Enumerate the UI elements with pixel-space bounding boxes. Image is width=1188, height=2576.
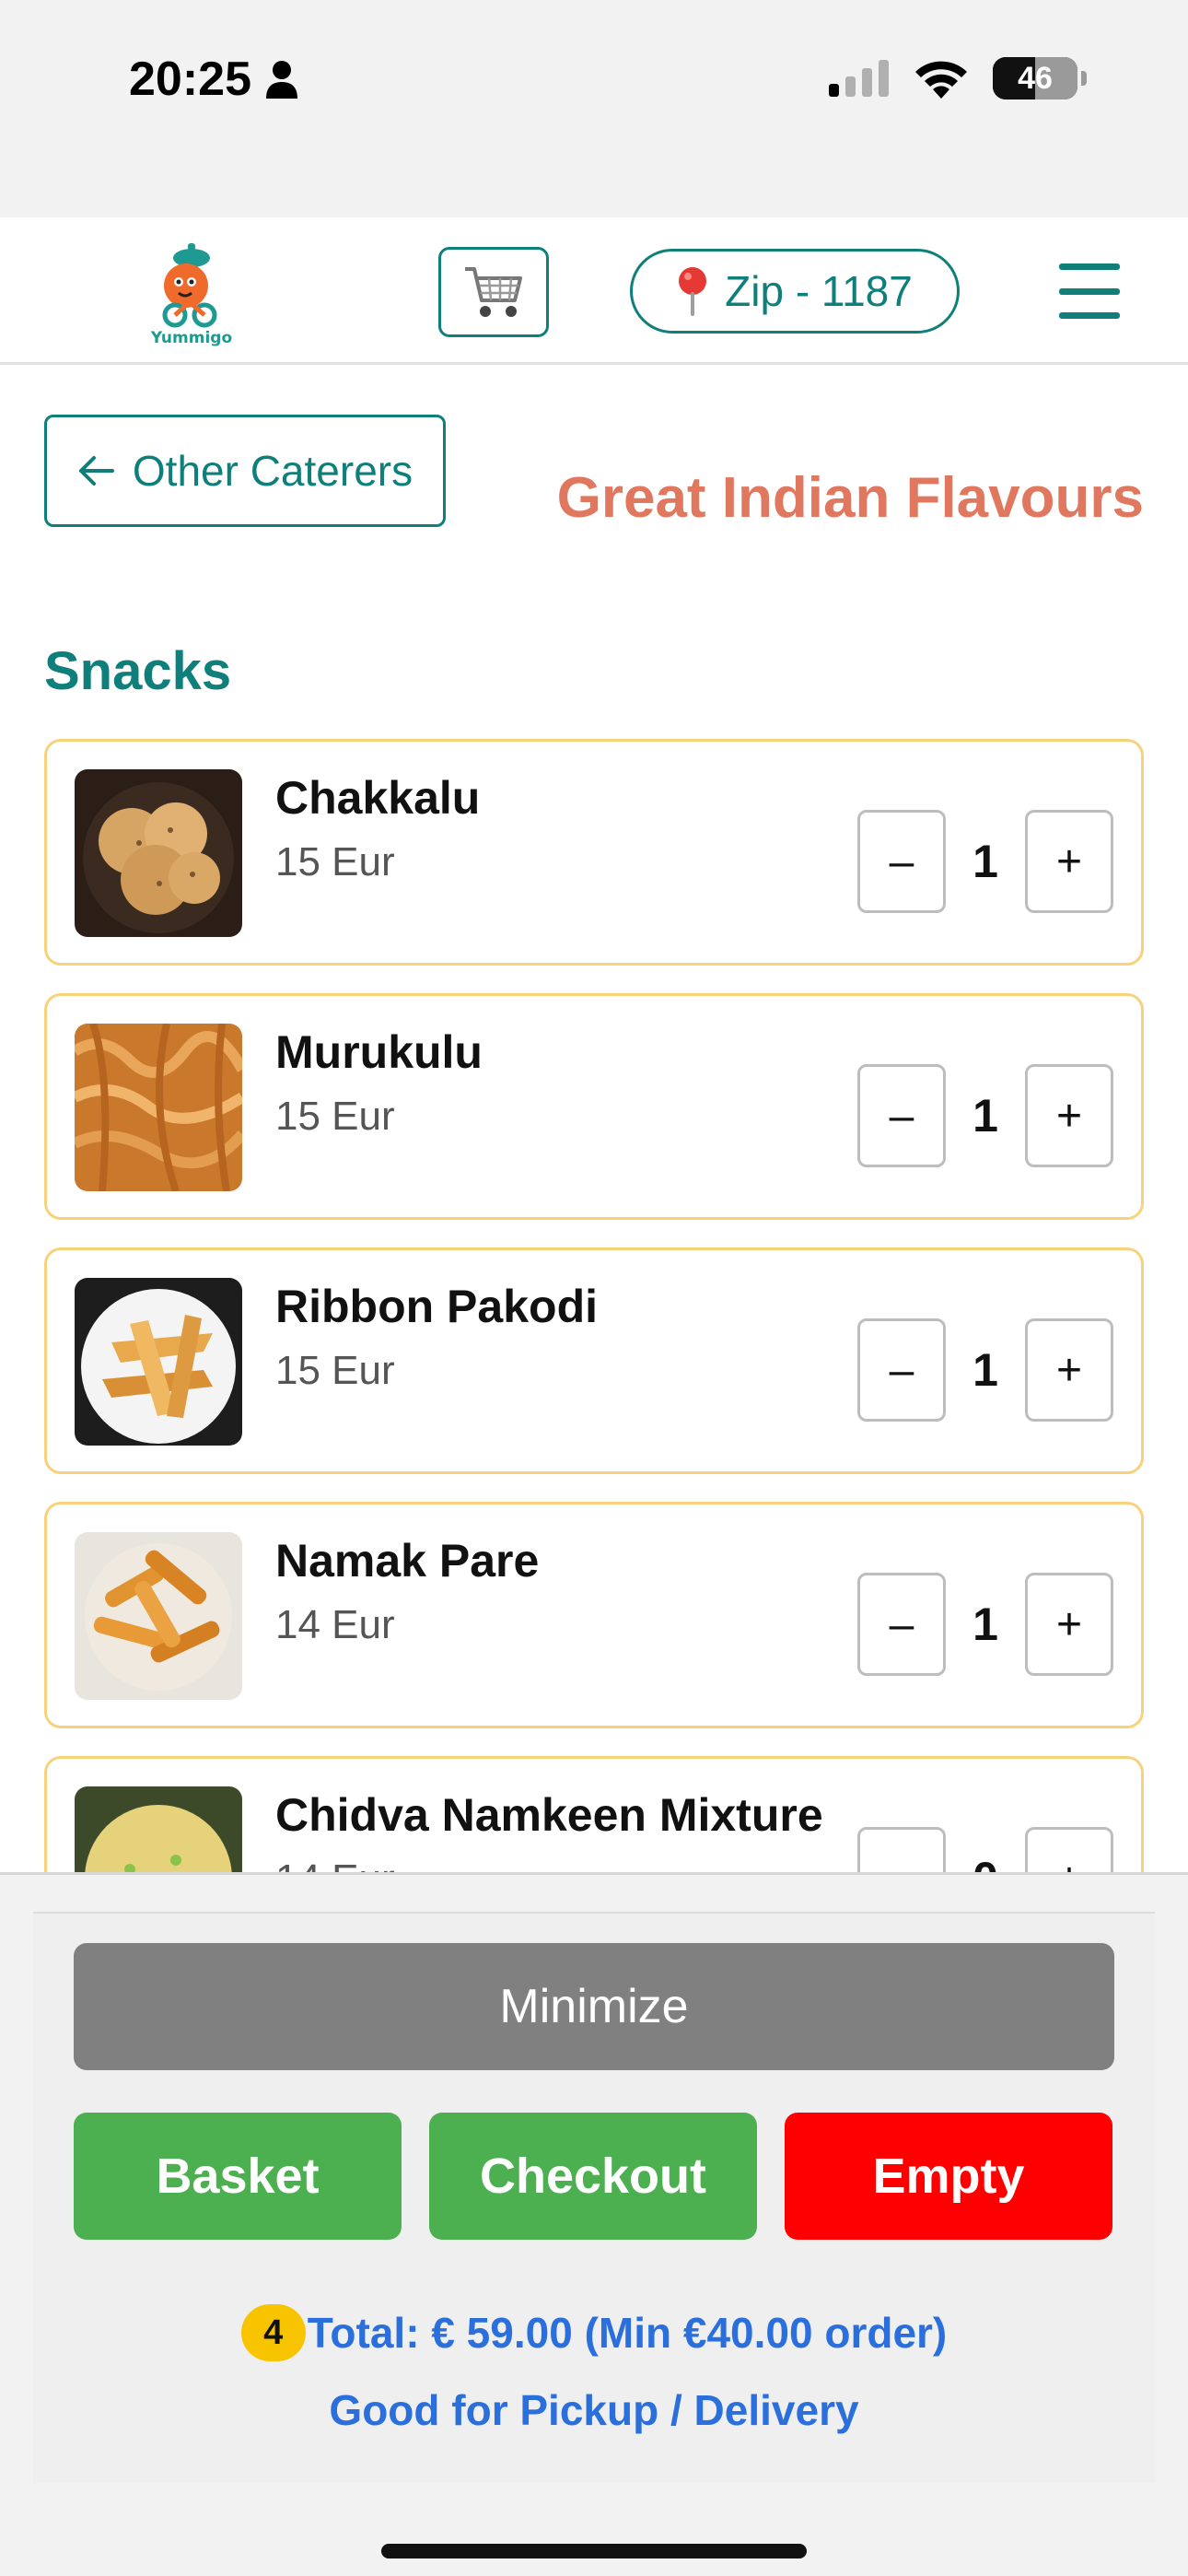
decrease-quantity-button[interactable]: – [857, 1064, 946, 1167]
minimize-button[interactable]: Minimize [74, 1943, 1114, 2070]
battery-tip [1081, 71, 1087, 86]
increase-quantity-button[interactable]: + [1025, 810, 1113, 913]
item-price: 15 Eur [275, 1348, 395, 1393]
app-header: Yummigo Zip - 1187 [0, 217, 1188, 365]
murukulu-photo [75, 1024, 242, 1191]
service-type-text: Good for Pickup / Delivery [329, 2386, 859, 2434]
zip-label: Zip - 1187 [725, 267, 913, 315]
order-total: 4 Total: € 59.00 (Min €40.00 order) [33, 2304, 1155, 2361]
total-text: Total: € 59.00 (Min €40.00 order) [307, 2309, 948, 2357]
menu-item-card: Namak Pare 14 Eur – 1 + [44, 1502, 1144, 1728]
increase-quantity-button[interactable]: + [1025, 1064, 1113, 1167]
namak-pare-photo [75, 1532, 242, 1700]
person-icon [266, 61, 297, 99]
chakkalu-photo [75, 769, 242, 937]
menu-item-list: Chakkalu 15 Eur – 1 + Murukulu 15 Eur – … [44, 739, 1144, 2010]
cart-count-badge: 4 [240, 2304, 306, 2361]
map-pin-icon [679, 267, 707, 316]
checkout-button[interactable]: Checkout [429, 2113, 757, 2240]
battery-icon: 46 [993, 57, 1077, 100]
item-name: Chakkalu [275, 772, 481, 824]
wifi-icon [915, 61, 967, 99]
basket-button[interactable]: Basket [74, 2113, 402, 2240]
menu-item-card: Chakkalu 15 Eur – 1 + [44, 739, 1144, 966]
other-caterers-button[interactable]: Other Caterers [44, 415, 446, 527]
cart-summary-overlay: Minimize Basket Checkout Empty 4 Total: … [0, 1872, 1188, 2576]
item-price: 15 Eur [275, 839, 395, 884]
item-quantity: 1 [973, 836, 998, 887]
clock-text: 20:25 [129, 53, 251, 106]
other-caterers-label: Other Caterers [132, 447, 413, 495]
item-quantity: 1 [973, 1344, 998, 1396]
yummigo-logo[interactable]: Yummigo [138, 238, 249, 348]
zip-code-button[interactable]: Zip - 1187 [630, 249, 960, 334]
home-indicator[interactable] [381, 2544, 807, 2558]
menu-item-card: Ribbon Pakodi 15 Eur – 1 + [44, 1247, 1144, 1474]
cart-summary-panel: Minimize Basket Checkout Empty 4 Total: … [33, 1912, 1155, 2483]
cart-button[interactable] [438, 247, 549, 337]
item-name: Murukulu [275, 1026, 483, 1078]
item-price: 15 Eur [275, 1094, 395, 1139]
caterer-name: Great Indian Flavours [556, 466, 1144, 530]
empty-cart-button[interactable]: Empty [785, 2113, 1112, 2240]
hamburger-menu-icon[interactable] [1059, 263, 1120, 319]
cellular-signal-icon [829, 60, 889, 97]
item-name: Namak Pare [275, 1535, 540, 1587]
decrease-quantity-button[interactable]: – [857, 810, 946, 913]
status-indicators: 46 [829, 57, 1087, 100]
decrease-quantity-button[interactable]: – [857, 1573, 946, 1676]
decrease-quantity-button[interactable]: – [857, 1318, 946, 1422]
item-price: 14 Eur [275, 1602, 395, 1647]
increase-quantity-button[interactable]: + [1025, 1573, 1113, 1676]
item-quantity: 1 [973, 1598, 998, 1650]
ribbon-pakodi-photo [75, 1278, 242, 1446]
item-quantity: 1 [973, 1090, 998, 1142]
increase-quantity-button[interactable]: + [1025, 1318, 1113, 1422]
item-name: Chidva Namkeen Mixture [275, 1789, 823, 1841]
status-bar: 20:25 46 [0, 0, 1188, 217]
shopping-cart-icon [465, 267, 522, 317]
menu-item-card: Murukulu 15 Eur – 1 + [44, 993, 1144, 1220]
section-title: Snacks [44, 641, 232, 701]
item-name: Ribbon Pakodi [275, 1281, 598, 1332]
logo-text: Yummigo [150, 329, 232, 347]
status-time: 20:25 [129, 52, 299, 107]
arrow-left-icon [78, 456, 114, 486]
battery-level: 46 [1018, 60, 1053, 96]
